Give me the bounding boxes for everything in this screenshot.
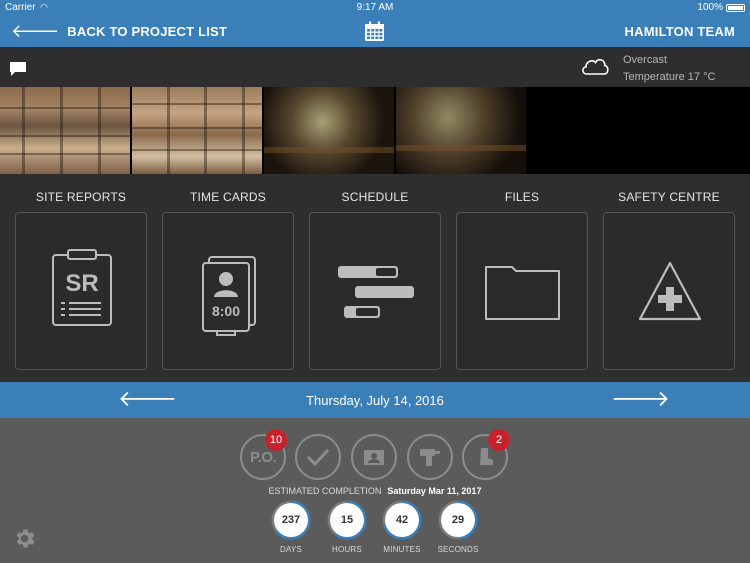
app-screen: Carrier ◠ 9:17 AM 100% 🡐 BACK TO PROJECT… — [0, 0, 750, 563]
estimated-completion-date: Saturday Mar 11, 2017 — [387, 486, 482, 496]
safety-icon — [638, 261, 702, 321]
drill-button[interactable] — [407, 434, 453, 480]
time-cards-title: TIME CARDS — [189, 190, 266, 204]
modules-panel: SITE REPORTS SR TIME CARDS 8:00 SCHEDULE… — [0, 174, 750, 382]
po-label: P.O. — [249, 448, 277, 466]
site-report-icon: SR — [52, 249, 112, 326]
construction-site-photo-1[interactable] — [0, 87, 130, 174]
weather-info: Overcast Temperature 17 °C — [623, 52, 715, 86]
time-cards-module[interactable]: TIME CARDS 8:00 — [162, 174, 294, 370]
safety-centre-module[interactable]: SAFETY CENTRE — [603, 174, 735, 370]
estimated-completion: ESTIMATED COMPLETION Saturday Mar 11, 201… — [0, 486, 750, 496]
days-value: 237 — [274, 503, 308, 537]
equipment-photo-2[interactable] — [396, 87, 526, 174]
weather-temperature: Temperature 17 °C — [623, 71, 716, 83]
battery-icon — [726, 4, 745, 12]
back-to-project-list-button[interactable]: 🡐 BACK TO PROJECT LIST — [11, 21, 227, 41]
seconds-label: SECONDS — [437, 545, 479, 554]
info-bar: Overcast Temperature 17 °C — [0, 47, 750, 87]
estimated-completion-label: ESTIMATED COMPLETION — [268, 486, 382, 496]
checkmark-button[interactable] — [295, 434, 341, 480]
status-bar: Carrier ◠ 9:17 AM 100% — [0, 0, 750, 16]
time-card-icon: 8:00 — [202, 256, 256, 336]
photo-strip — [0, 87, 750, 174]
checkmark-icon — [306, 448, 330, 467]
seconds-value: 29 — [441, 503, 475, 537]
back-arrow-icon: 🡐 — [11, 21, 60, 41]
folder-icon — [485, 266, 560, 320]
chat-icon[interactable] — [9, 61, 27, 77]
safety-centre-title: SAFETY CENTRE — [618, 190, 720, 204]
minutes-value: 42 — [385, 503, 419, 537]
hours-label: HOURS — [332, 545, 362, 554]
schedule-card[interactable] — [309, 212, 441, 370]
gear-icon[interactable] — [12, 526, 37, 551]
team-name[interactable]: HAMILTON TEAM — [625, 24, 735, 39]
files-card[interactable] — [456, 212, 588, 370]
safety-centre-card[interactable] — [603, 212, 735, 370]
po-count-badge: 10 — [265, 429, 287, 451]
site-reports-title: SITE REPORTS — [35, 190, 127, 204]
equipment-photo-1[interactable] — [264, 87, 394, 174]
back-label: BACK TO PROJECT LIST — [67, 23, 228, 39]
site-reports-module[interactable]: SITE REPORTS SR — [15, 174, 147, 370]
minutes-label: MINUTES — [383, 545, 421, 554]
files-module[interactable]: FILES — [456, 174, 588, 370]
schedule-title: SCHEDULE — [341, 190, 409, 204]
svg-text:8:00: 8:00 — [212, 303, 240, 319]
id-card-button[interactable] — [351, 434, 397, 480]
project-summary: P.O. 10 2 ESTIMATED COMPLETION Saturday … — [0, 418, 750, 563]
next-day-arrow-icon[interactable]: 🡒 — [611, 388, 670, 410]
files-title: FILES — [504, 190, 540, 204]
id-card-icon — [364, 450, 384, 465]
time-cards-card[interactable]: 8:00 — [162, 212, 294, 370]
hours-value: 15 — [330, 503, 364, 537]
cloud-icon — [582, 58, 609, 75]
boot-count-badge: 2 — [488, 429, 510, 451]
svg-text:SR: SR — [65, 270, 98, 297]
construction-site-photo-2[interactable] — [132, 87, 262, 174]
nav-bar: 🡐 BACK TO PROJECT LIST HAMILTON TEAM — [0, 16, 750, 47]
date-bar: 🡐 Thursday, July 14, 2016 🡒 — [0, 382, 750, 418]
schedule-icon — [338, 266, 414, 318]
clock: 9:17 AM — [356, 2, 394, 13]
drill-icon — [420, 449, 440, 466]
days-label: DAYS — [280, 545, 302, 554]
weather-condition: Overcast — [623, 54, 668, 66]
calendar-icon[interactable] — [364, 21, 385, 42]
site-reports-card[interactable]: SR — [15, 212, 147, 370]
battery-percent: 100% — [697, 2, 723, 13]
schedule-module[interactable]: SCHEDULE — [309, 174, 441, 370]
